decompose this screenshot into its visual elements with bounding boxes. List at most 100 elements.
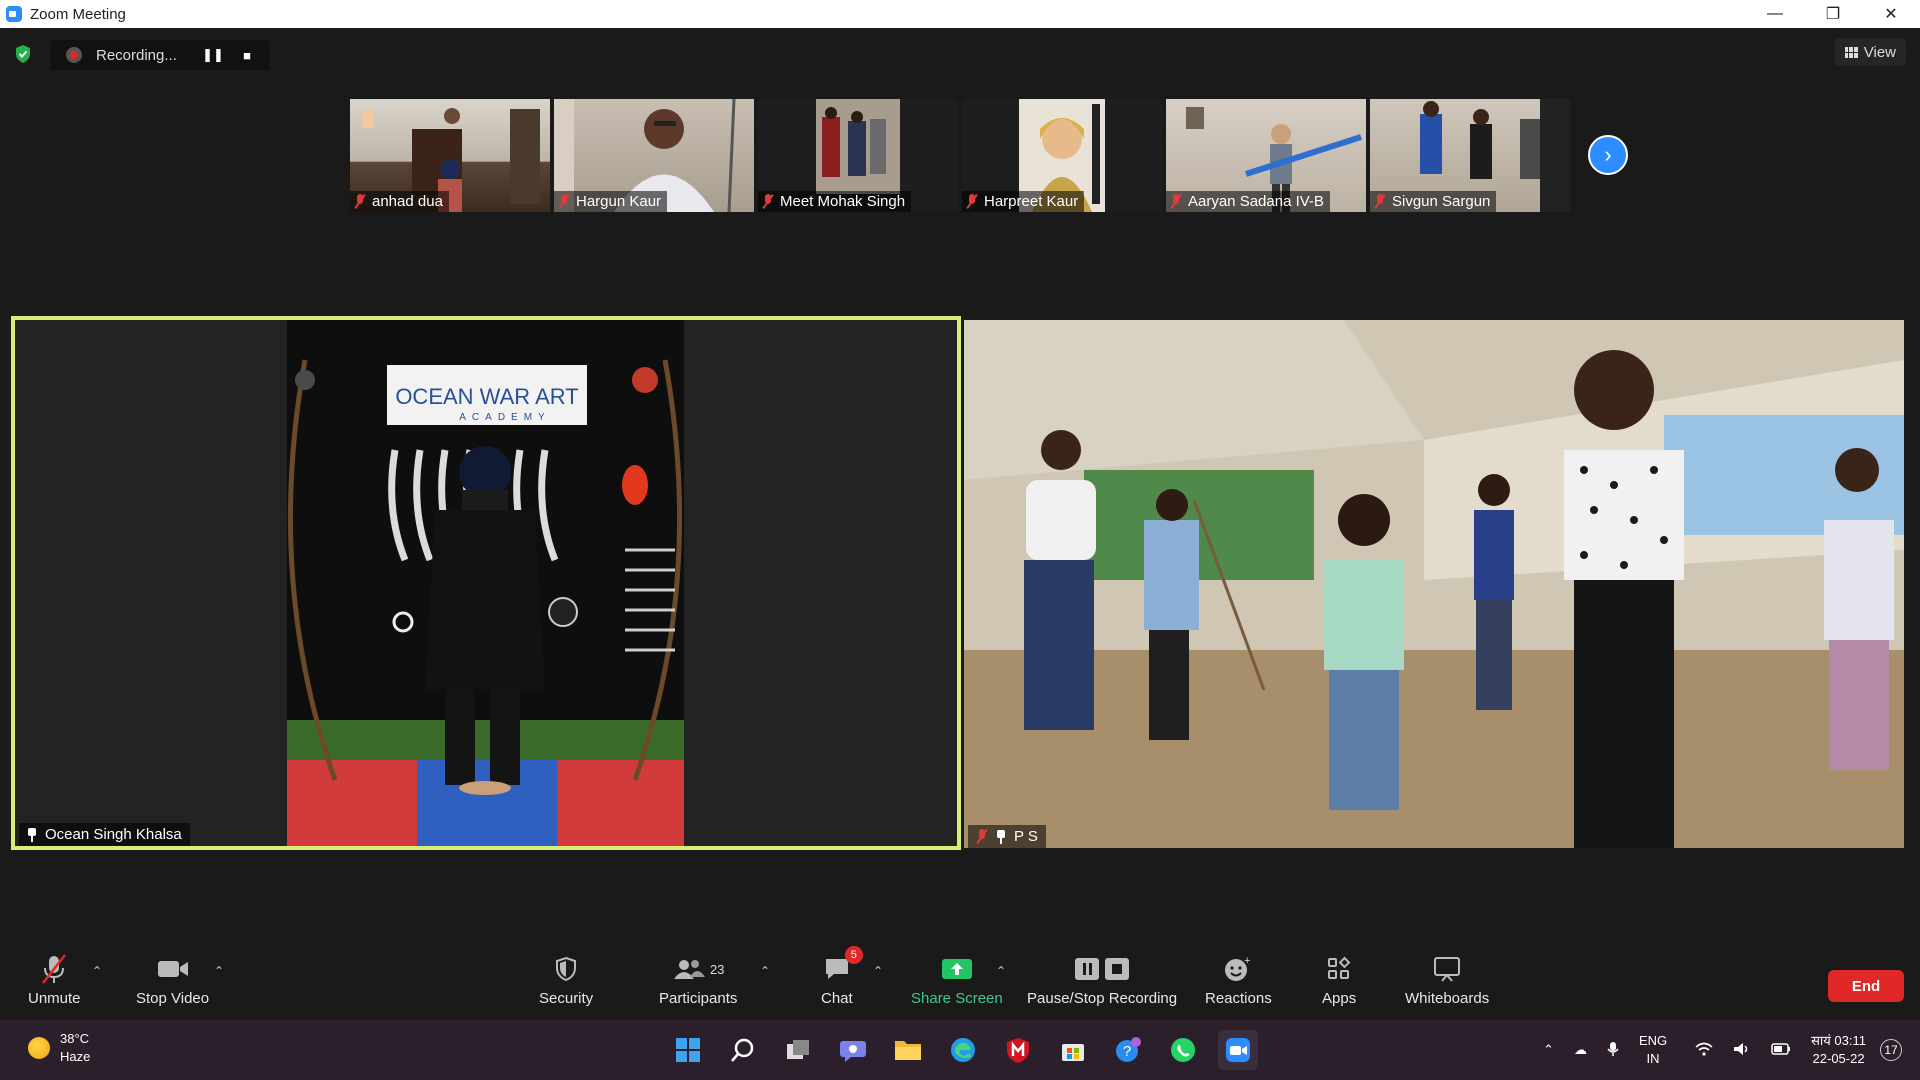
view-button[interactable]: View	[1834, 38, 1906, 66]
participant-name: Harpreet Kaur	[984, 193, 1079, 210]
participants-count: 23	[709, 961, 725, 977]
share-screen-button[interactable]: Share Screen	[911, 952, 1003, 1007]
chat-unread-badge: 5	[844, 946, 863, 964]
pause-stop-recording-label: Pause/Stop Recording	[1027, 990, 1178, 1007]
windows-start-icon[interactable]	[668, 1030, 708, 1070]
end-meeting-button[interactable]: End	[1828, 970, 1904, 1002]
stop-recording-icon[interactable]: ■	[230, 48, 264, 63]
participant-name: Aaryan Sadana IV-B	[1188, 193, 1324, 210]
microphone-icon[interactable]	[1607, 1041, 1619, 1060]
clock-date: 22-05-22	[1812, 1051, 1865, 1066]
meeting-toolbar: Unmute ⌃ Stop Video ⌃ Security 23 Partic…	[0, 944, 1920, 1020]
whatsapp-icon[interactable]	[1163, 1030, 1203, 1070]
mcafee-icon[interactable]	[998, 1030, 1038, 1070]
encryption-shield-icon[interactable]	[14, 44, 32, 64]
banner-subtitle: ACADEMY	[459, 412, 550, 423]
share-options-chevron-icon[interactable]: ⌃	[996, 964, 1006, 978]
volume-icon[interactable]	[1733, 1042, 1751, 1059]
clock-time: सायं 03:11	[1811, 1033, 1866, 1048]
share-screen-label: Share Screen	[911, 990, 1003, 1007]
apps-icon	[1326, 952, 1352, 986]
weather-description: Haze	[60, 1049, 91, 1064]
teams-chat-icon[interactable]	[833, 1030, 873, 1070]
chat-label: Chat	[821, 990, 853, 1007]
title-bar: Zoom Meeting — ❐ ✕	[0, 0, 1920, 28]
region-code: IN	[1646, 1051, 1660, 1066]
minimize-button[interactable]: —	[1746, 0, 1804, 28]
svg-text:?: ?	[1123, 1043, 1131, 1060]
chat-bubble-icon: 5	[823, 946, 863, 986]
unmute-button[interactable]: Unmute	[28, 952, 81, 1007]
task-view-icon[interactable]	[778, 1030, 818, 1070]
microsoft-store-icon[interactable]	[1053, 1030, 1093, 1070]
meeting-area: Recording... ❚❚ ■ View anhad dua Hargun …	[0, 28, 1920, 1018]
participant-thumbnail[interactable]: Sivgun Sargun	[1370, 99, 1570, 212]
show-hidden-icons-chevron-icon[interactable]: ⌃	[1543, 1042, 1554, 1058]
pause-stop-recording-button[interactable]: Pause/Stop Recording	[1027, 952, 1177, 1007]
pause-stop-recording-icon	[1073, 952, 1131, 986]
video-options-chevron-icon[interactable]: ⌃	[214, 964, 224, 978]
language-code: ENG	[1638, 1033, 1668, 1048]
get-help-icon[interactable]: ?	[1108, 1030, 1148, 1070]
participant-name: P S	[1014, 828, 1038, 845]
participant-name-tag: anhad dua	[350, 191, 449, 212]
whiteboards-button[interactable]: Whiteboards	[1405, 952, 1489, 1007]
participants-options-chevron-icon[interactable]: ⌃	[760, 964, 770, 978]
battery-icon[interactable]	[1771, 1042, 1791, 1058]
participant-name-tag: Hargun Kaur	[554, 191, 668, 212]
speaker-name: Ocean Singh Khalsa	[45, 826, 182, 843]
grid-view-icon	[1844, 46, 1858, 58]
reactions-button[interactable]: + Reactions	[1205, 952, 1272, 1007]
file-explorer-icon[interactable]	[888, 1030, 928, 1070]
muted-mic-icon	[762, 194, 774, 209]
muted-mic-icon	[1170, 194, 1182, 209]
pinned-video-tile[interactable]: P S	[964, 320, 1904, 848]
audio-options-chevron-icon[interactable]: ⌃	[92, 964, 102, 978]
onedrive-cloud-icon[interactable]: ☁	[1574, 1042, 1587, 1058]
participant-thumbnail[interactable]: anhad dua	[350, 99, 550, 212]
search-icon[interactable]	[723, 1030, 763, 1070]
shield-icon	[554, 952, 578, 986]
zoom-taskbar-icon[interactable]	[1218, 1030, 1258, 1070]
zoom-app-icon	[6, 6, 22, 22]
participant-name: Sivgun Sargun	[1392, 193, 1491, 210]
whiteboard-icon	[1432, 952, 1462, 986]
unmute-label: Unmute	[28, 990, 81, 1007]
participant-name: Hargun Kaur	[576, 193, 662, 210]
share-screen-icon	[941, 952, 973, 986]
muted-mic-icon	[976, 829, 988, 844]
security-button[interactable]: Security	[539, 952, 593, 1007]
restore-button[interactable]: ❐	[1804, 0, 1862, 28]
wifi-icon[interactable]	[1695, 1042, 1713, 1059]
active-speaker-video-tile[interactable]: OCEAN WAR ART ACADEMY Ocean Singh Khalsa	[11, 316, 961, 850]
taskbar-clock[interactable]: सायं 03:11 22-05-22	[1811, 1032, 1866, 1068]
close-button[interactable]: ✕	[1862, 0, 1920, 28]
edge-browser-icon[interactable]	[943, 1030, 983, 1070]
weather-widget[interactable]: 38°C Haze	[28, 1030, 90, 1066]
input-language-indicator[interactable]: ENG IN	[1639, 1032, 1667, 1068]
video-camera-icon	[157, 952, 189, 986]
participant-name-tag: Harpreet Kaur	[962, 191, 1085, 212]
video-feed: OCEAN WAR ART ACADEMY	[15, 320, 957, 846]
muted-mic-icon	[1374, 194, 1386, 209]
participant-thumbnail[interactable]: Aaryan Sadana IV-B	[1166, 99, 1366, 212]
participant-name-tag: Aaryan Sadana IV-B	[1166, 191, 1330, 212]
pause-recording-icon[interactable]: ❚❚	[196, 47, 230, 63]
sun-icon	[28, 1037, 50, 1059]
apps-button[interactable]: Apps	[1322, 952, 1356, 1007]
participant-thumbnail[interactable]: Meet Mohak Singh	[758, 99, 958, 212]
chat-options-chevron-icon[interactable]: ⌃	[873, 964, 883, 978]
chat-button[interactable]: 5 Chat	[821, 946, 863, 1007]
stop-video-button[interactable]: Stop Video	[136, 952, 209, 1007]
notification-center-badge[interactable]: 17	[1880, 1039, 1902, 1061]
smiley-plus-icon: +	[1223, 952, 1253, 986]
window-title: Zoom Meeting	[30, 5, 126, 23]
muted-mic-icon	[966, 194, 978, 209]
window-controls: — ❐ ✕	[1746, 0, 1920, 28]
next-page-chevron-icon[interactable]: ›	[1588, 135, 1628, 175]
participant-thumbnail[interactable]: Harpreet Kaur	[962, 99, 1162, 212]
participants-button[interactable]: 23 Participants	[659, 952, 737, 1007]
weather-temperature: 38°C	[60, 1031, 90, 1046]
participant-name-tag: P S	[968, 825, 1046, 848]
participant-thumbnail[interactable]: Hargun Kaur	[554, 99, 754, 212]
